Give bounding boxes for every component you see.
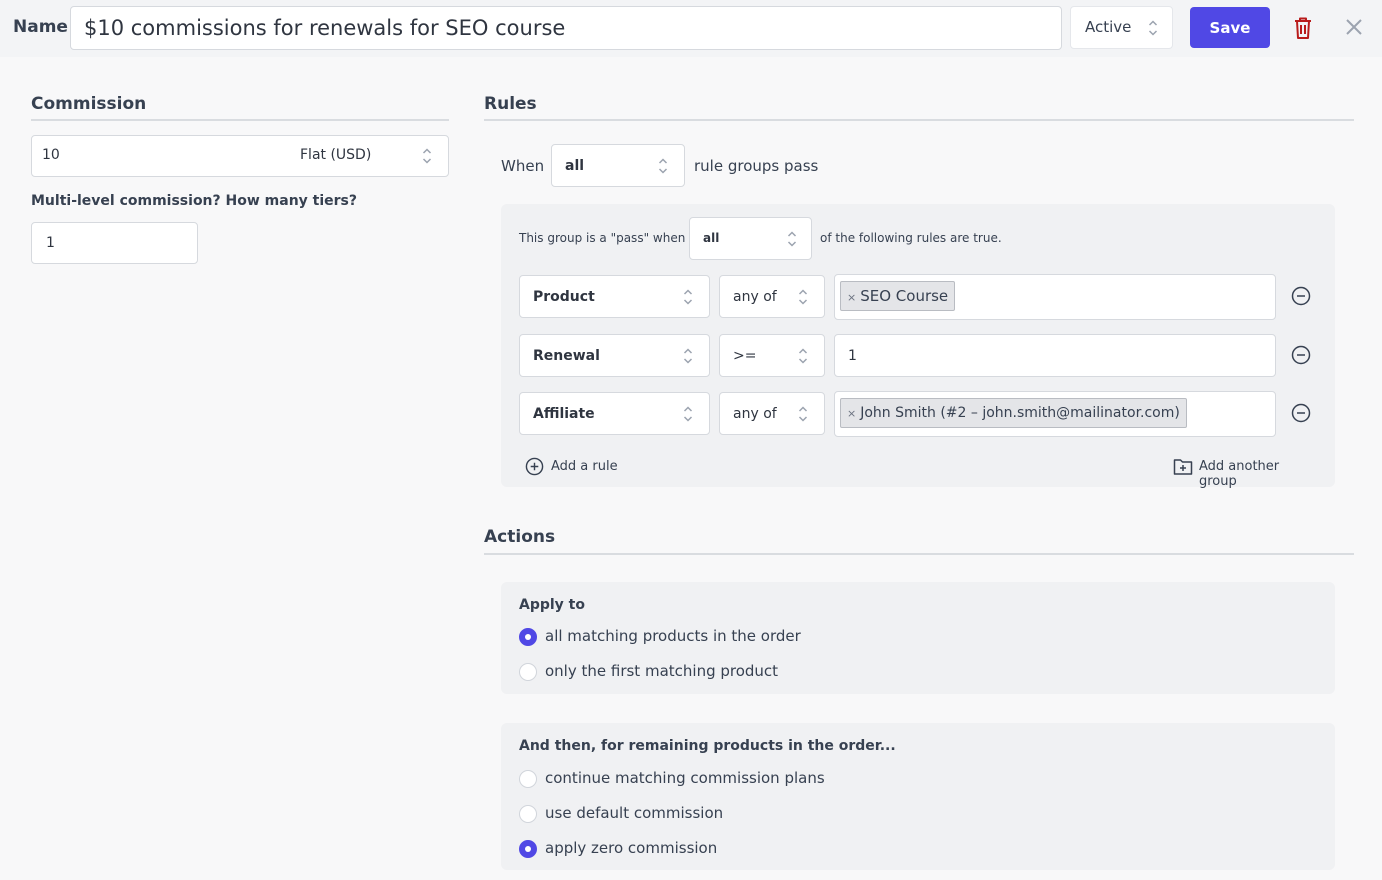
when-select[interactable]: all	[551, 144, 685, 187]
tag-remove-icon[interactable]: ×	[847, 407, 856, 420]
radio-default-commission-label[interactable]: use default commission	[545, 804, 723, 822]
status-value: Active	[1085, 18, 1132, 36]
tiers-label: Multi-level commission? How many tiers?	[31, 193, 358, 209]
updown-chevron-icon	[787, 230, 797, 248]
plan-name-input[interactable]: $10 commissions for renewals for SEO cou…	[70, 6, 1062, 50]
updown-chevron-icon	[1148, 19, 1158, 37]
folder-plus-icon	[1173, 459, 1193, 475]
status-select[interactable]: Active	[1070, 6, 1173, 49]
rule-3-tag: × John Smith (#2 – john.smith@mailinator.…	[840, 398, 1187, 428]
remove-rule-1-button[interactable]	[1291, 286, 1311, 306]
rule-3-tag-label: John Smith (#2 – john.smith@mailinator.c…	[860, 405, 1180, 421]
rule-1-field: Product	[533, 289, 595, 305]
radio-continue-matching[interactable]	[519, 770, 537, 788]
rule-2-operator-select[interactable]: >=	[719, 334, 825, 377]
rule-3-operator: any of	[733, 406, 777, 422]
commission-amount-field[interactable]: 10 Flat (USD)	[31, 135, 449, 177]
when-label: When	[501, 157, 545, 175]
remaining-products-panel: And then, for remaining products in the …	[501, 723, 1335, 870]
updown-chevron-icon	[683, 347, 693, 365]
minus-circle-icon	[1291, 403, 1311, 423]
updown-chevron-icon	[658, 157, 668, 175]
rule-2-field-select[interactable]: Renewal	[519, 334, 710, 377]
when-value: all	[565, 158, 585, 174]
top-bar: Name $10 commissions for renewals for SE…	[0, 0, 1382, 57]
group-match-value: all	[703, 231, 720, 245]
updown-chevron-icon	[798, 288, 808, 306]
radio-zero-commission[interactable]	[519, 840, 537, 858]
rule-group-panel: This group is a "pass" when all of the f…	[501, 204, 1335, 489]
radio-continue-matching-label[interactable]: continue matching commission plans	[545, 769, 825, 787]
radio-zero-commission-label[interactable]: apply zero commission	[545, 839, 717, 857]
rule-3-field: Affiliate	[533, 406, 595, 422]
updown-chevron-icon	[798, 347, 808, 365]
group-prefix: This group is a "pass" when	[519, 231, 686, 245]
save-button[interactable]: Save	[1190, 7, 1270, 48]
radio-apply-all[interactable]	[519, 628, 537, 646]
apply-to-panel: Apply to all matching products in the or…	[501, 582, 1335, 694]
rule-2-operator: >=	[733, 348, 757, 364]
rule-2-field: Renewal	[533, 348, 600, 364]
tag-remove-icon[interactable]: ×	[847, 291, 856, 304]
minus-circle-icon	[1291, 345, 1311, 365]
rule-3-operator-select[interactable]: any of	[719, 392, 825, 435]
group-suffix: of the following rules are true.	[820, 231, 1002, 245]
trash-icon	[1295, 17, 1311, 39]
commission-title: Commission	[31, 94, 147, 114]
rules-divider	[484, 119, 1354, 121]
remove-rule-3-button[interactable]	[1291, 403, 1311, 423]
rule-1-tag: × SEO Course	[840, 281, 956, 311]
minus-circle-icon	[1291, 286, 1311, 306]
rule-1-tag-label: SEO Course	[860, 287, 949, 305]
commission-divider	[31, 119, 449, 121]
rule-1-field-select[interactable]: Product	[519, 275, 710, 318]
actions-divider	[484, 553, 1354, 555]
rules-title: Rules	[484, 94, 537, 114]
radio-default-commission[interactable]	[519, 805, 537, 823]
rule-3-field-select[interactable]: Affiliate	[519, 392, 710, 435]
remaining-label: And then, for remaining products in the …	[519, 738, 896, 754]
add-rule-button[interactable]: Add a rule	[525, 457, 645, 477]
updown-chevron-icon	[683, 288, 693, 306]
tiers-input[interactable]: 1	[31, 222, 198, 264]
radio-apply-first-label[interactable]: only the first matching product	[545, 662, 778, 680]
close-icon	[1346, 19, 1362, 35]
add-group-button[interactable]: Add another group	[1173, 457, 1318, 489]
updown-chevron-icon	[798, 405, 808, 423]
rule-2-value-input[interactable]: 1	[834, 334, 1276, 377]
apply-to-label: Apply to	[519, 597, 585, 613]
add-group-label: Add another group	[1199, 459, 1280, 489]
actions-title: Actions	[484, 527, 556, 547]
rule-1-operator: any of	[733, 289, 777, 305]
radio-apply-all-label[interactable]: all matching products in the order	[545, 627, 801, 645]
plus-circle-icon	[525, 457, 544, 476]
updown-chevron-icon	[683, 405, 693, 423]
commission-amount-value: 10	[42, 147, 60, 163]
group-match-select[interactable]: all	[689, 217, 812, 260]
tiers-value: 1	[46, 235, 55, 251]
add-rule-label: Add a rule	[551, 459, 618, 474]
remove-rule-2-button[interactable]	[1291, 345, 1311, 365]
rule-3-value-multiselect[interactable]: × John Smith (#2 – john.smith@mailinator.…	[834, 391, 1276, 437]
rule-1-value-multiselect[interactable]: × SEO Course	[834, 274, 1276, 320]
commission-type-value[interactable]: Flat (USD)	[300, 147, 371, 163]
radio-apply-first[interactable]	[519, 663, 537, 681]
updown-chevron-icon	[422, 147, 432, 165]
close-button[interactable]	[1344, 17, 1364, 37]
when-suffix: rule groups pass	[694, 157, 819, 175]
rule-1-operator-select[interactable]: any of	[719, 275, 825, 318]
delete-button[interactable]	[1291, 15, 1315, 41]
name-label: Name	[13, 17, 68, 37]
rule-2-value: 1	[848, 348, 857, 364]
